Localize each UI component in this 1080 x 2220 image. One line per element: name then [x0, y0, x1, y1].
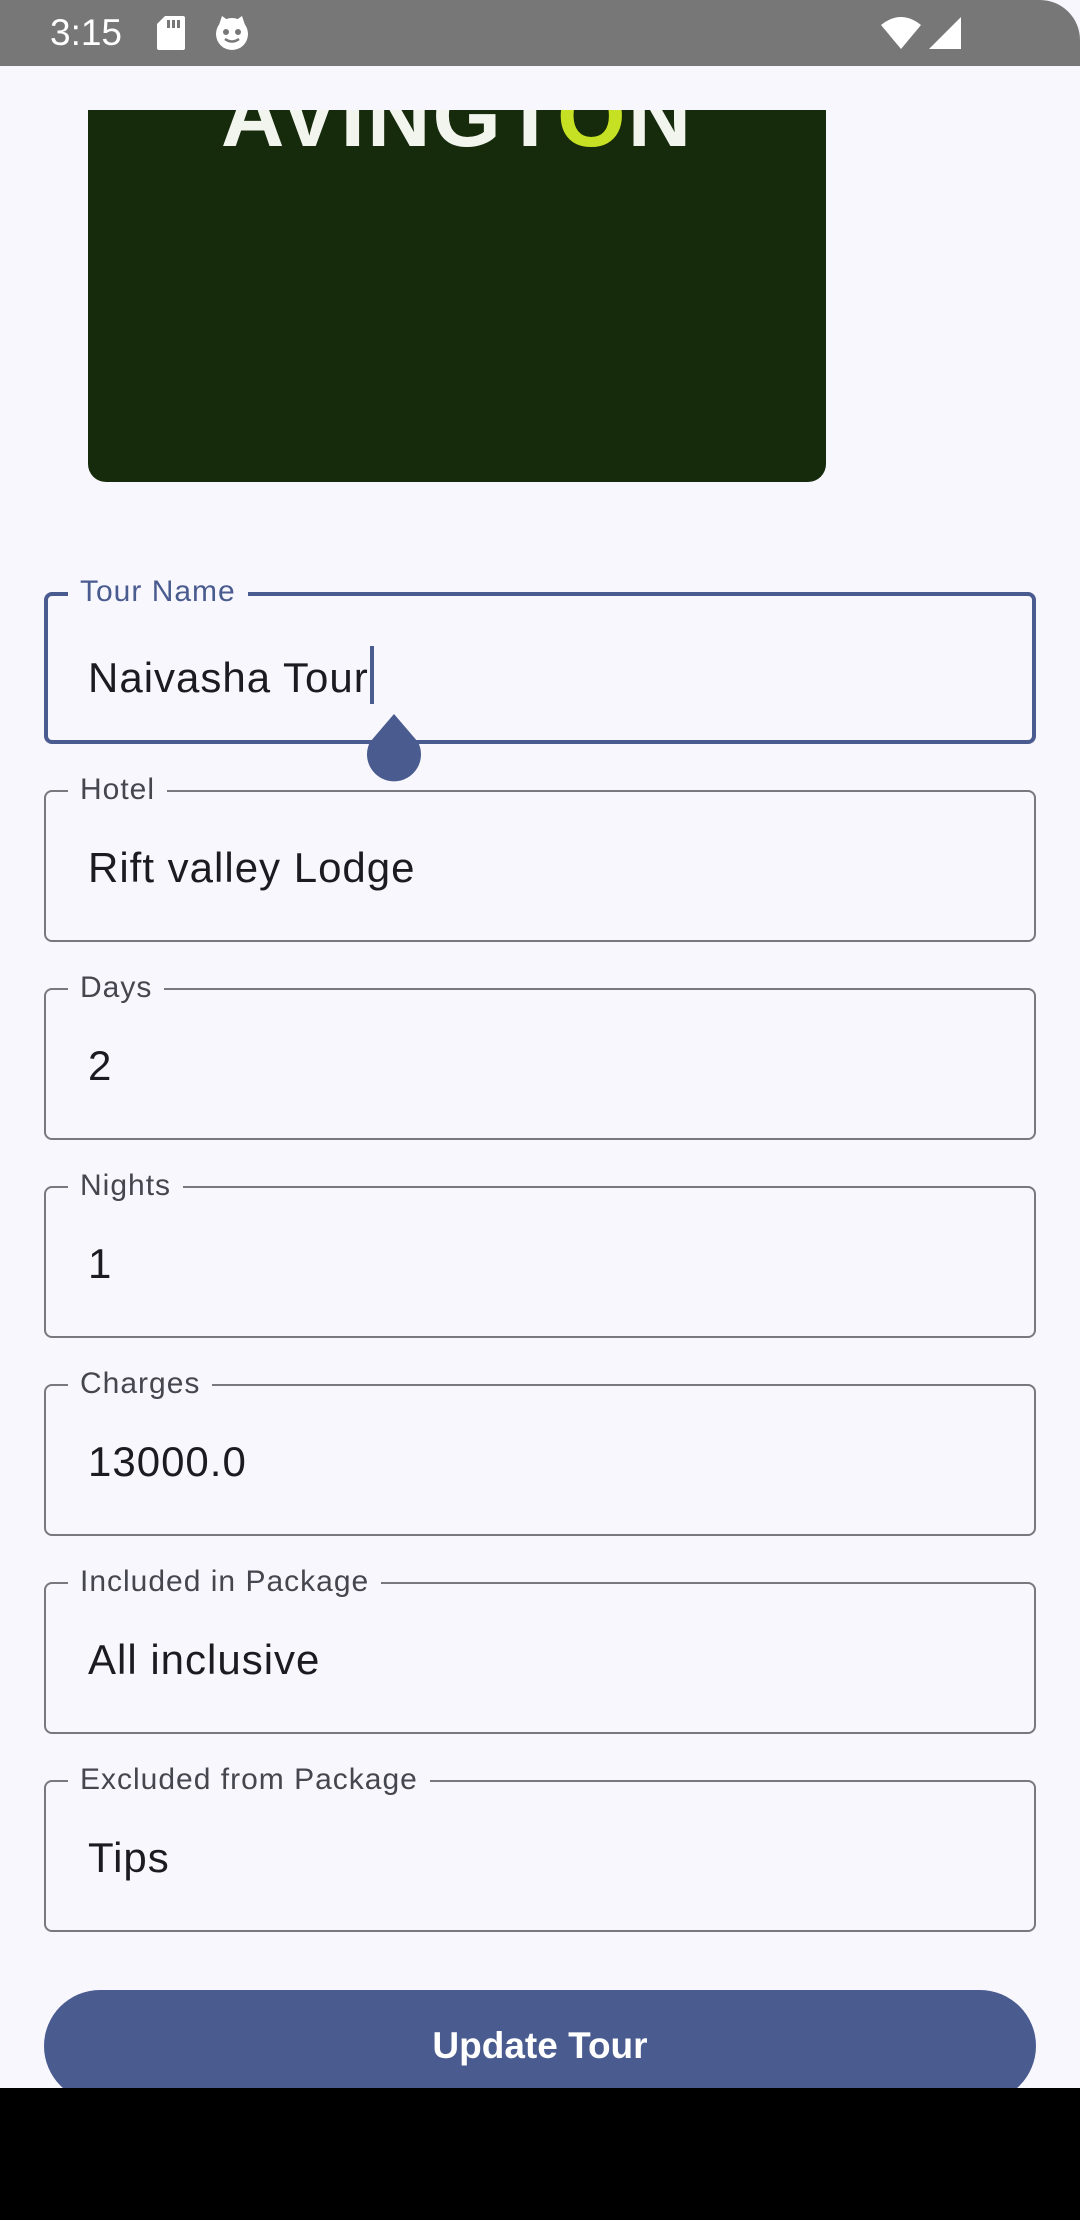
nights-value[interactable]: 1	[88, 1240, 112, 1288]
wifi-icon	[881, 17, 921, 49]
days-label: Days	[68, 971, 165, 1005]
included-value[interactable]: All inclusive	[88, 1636, 320, 1684]
update-tour-button[interactable]: Update Tour	[44, 1990, 1036, 2088]
excluded-value[interactable]: Tips	[88, 1834, 170, 1882]
cell-signal-icon	[929, 17, 961, 49]
included-field[interactable]: Included in Package All inclusive	[44, 1565, 1036, 1734]
status-bar: 3:15	[0, 0, 1080, 66]
charges-label: Charges	[68, 1367, 213, 1401]
days-value[interactable]: 2	[88, 1042, 112, 1090]
sd-card-icon	[157, 16, 185, 50]
excluded-label: Excluded from Package	[68, 1763, 430, 1797]
cat-face-icon	[216, 16, 248, 50]
hotel-field[interactable]: Hotel Rift valley Lodge	[44, 773, 1036, 942]
tour-name-label: Tour Name	[68, 575, 248, 609]
excluded-field[interactable]: Excluded from Package Tips	[44, 1763, 1036, 1932]
charges-value[interactable]: 13000.0	[88, 1438, 247, 1486]
brand-logo: AVINGTON	[88, 110, 826, 168]
tour-edit-form: AVINGTON Tour Name Naivasha Tour Hotel R…	[0, 66, 1080, 2088]
tour-name-field[interactable]: Tour Name Naivasha Tour	[44, 575, 1036, 782]
hotel-label: Hotel	[68, 773, 168, 807]
text-cursor	[369, 646, 374, 704]
logo-text-end: N	[627, 110, 694, 165]
navigation-bar	[0, 2088, 1080, 2220]
hotel-value[interactable]: Rift valley Lodge	[88, 844, 416, 892]
cursor-handle-icon[interactable]	[364, 714, 424, 788]
nights-label: Nights	[68, 1169, 184, 1203]
tour-name-value[interactable]: Naivasha Tour	[88, 646, 374, 704]
tour-banner-image: AVINGTON	[88, 110, 826, 482]
status-time: 3:15	[50, 12, 123, 53]
included-label: Included in Package	[68, 1565, 382, 1599]
nights-field[interactable]: Nights 1	[44, 1169, 1036, 1338]
days-field[interactable]: Days 2	[44, 971, 1036, 1140]
logo-text-accent: O	[557, 110, 628, 165]
charges-field[interactable]: Charges 13000.0	[44, 1367, 1036, 1536]
logo-text-start: AVINGT	[220, 110, 558, 165]
